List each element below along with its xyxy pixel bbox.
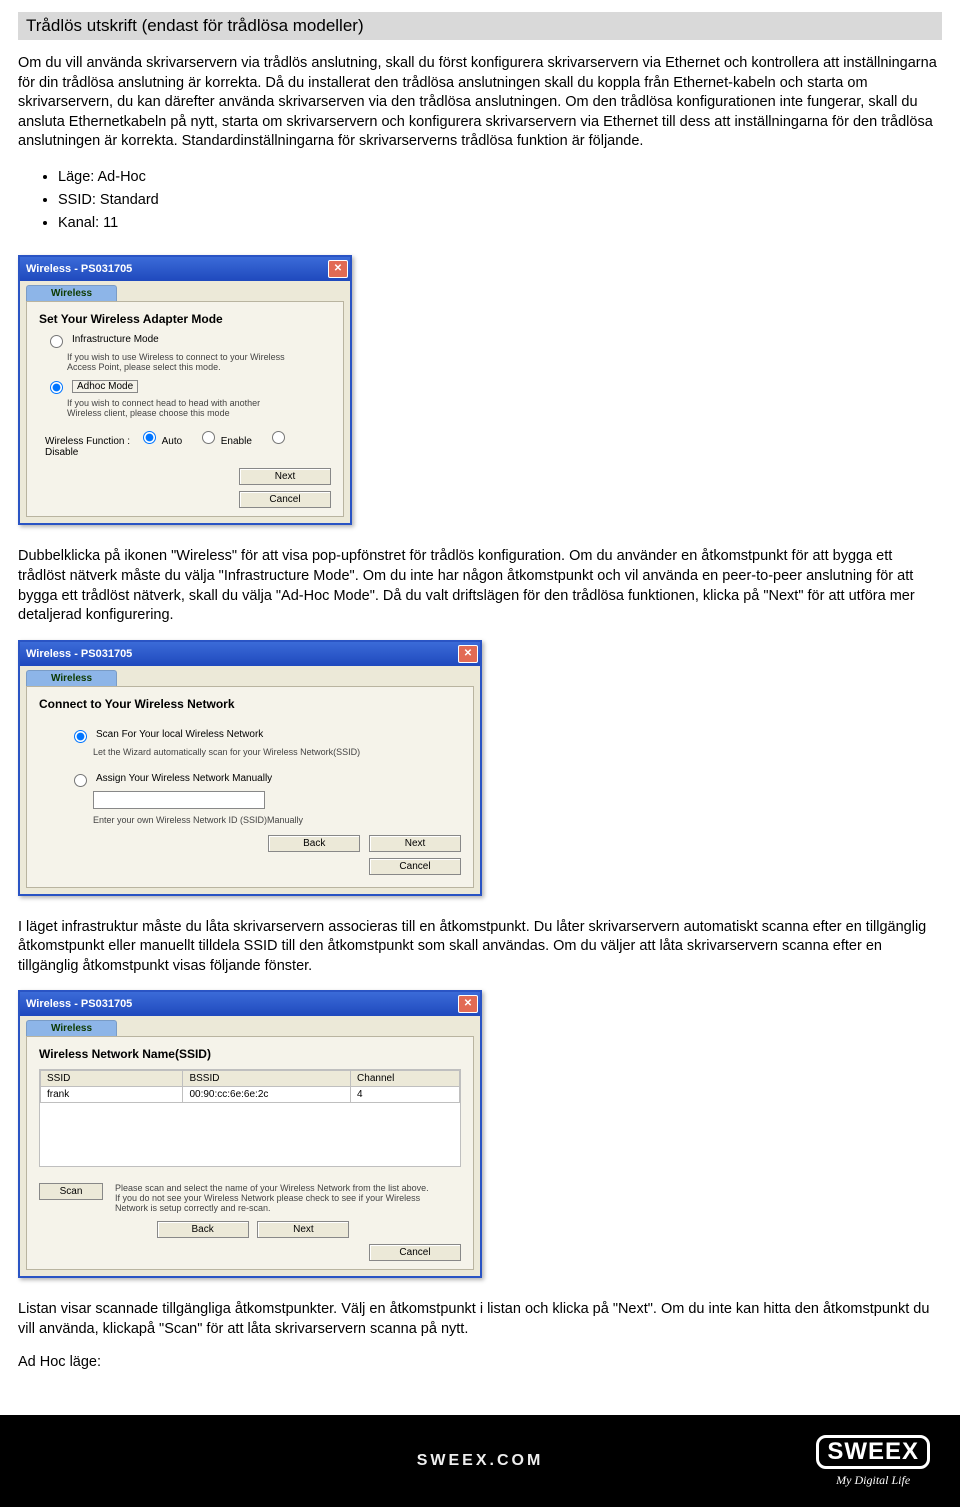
ssid-table[interactable]: SSID BSSID Channel frank 00:90:cc:6e:6e:…	[39, 1069, 461, 1167]
radio-enable[interactable]	[202, 431, 215, 444]
opt-label: Auto	[162, 436, 183, 447]
radio-infrastructure[interactable]	[50, 335, 63, 348]
next-button[interactable]: Next	[369, 835, 461, 852]
paragraph: I läget infrastruktur måste du låta skri…	[18, 918, 942, 977]
footer-center: SWEEX.COM	[417, 1452, 544, 1470]
back-button[interactable]: Back	[157, 1221, 249, 1238]
col-channel: Channel	[351, 1071, 460, 1087]
hint-text: Let the Wizard automatically scan for yo…	[93, 747, 413, 757]
ssid-input[interactable]	[93, 791, 265, 809]
close-icon[interactable]: ✕	[458, 645, 478, 663]
dialog-titlebar[interactable]: Wireless - PS031705 ✕	[20, 642, 480, 666]
wireless-ssid-dialog: Wireless - PS031705 ✕ Wireless Wireless …	[18, 990, 482, 1278]
brand-tagline: My Digital Life	[836, 1473, 910, 1488]
intro-paragraph: Om du vill använda skrivarservern via tr…	[18, 54, 942, 152]
tab-wireless[interactable]: Wireless	[26, 285, 117, 301]
radio-disable[interactable]	[272, 431, 285, 444]
func-label: Wireless Function :	[45, 436, 130, 447]
cell-bssid: 00:90:cc:6e:6e:2c	[183, 1087, 351, 1103]
paragraph: Ad Hoc läge:	[18, 1353, 942, 1373]
radio-label: Assign Your Wireless Network Manually	[96, 773, 272, 784]
cancel-button[interactable]: Cancel	[369, 1244, 461, 1261]
list-item: Kanal: 11	[58, 212, 942, 235]
wireless-mode-dialog: Wireless - PS031705 ✕ Wireless Set Your …	[18, 255, 352, 525]
radio-label: Scan For Your local Wireless Network	[96, 729, 263, 740]
back-button[interactable]: Back	[268, 835, 360, 852]
hint-text: If you wish to connect head to head with…	[67, 398, 287, 418]
cancel-button[interactable]: Cancel	[369, 858, 461, 875]
brand-mark: SWEEX	[816, 1435, 930, 1469]
radio-auto[interactable]	[143, 431, 156, 444]
tab-wireless[interactable]: Wireless	[26, 1020, 117, 1036]
next-button[interactable]: Next	[239, 468, 331, 485]
hint-text: If you wish to use Wireless to connect t…	[67, 352, 287, 372]
scan-note: Please scan and select the name of your …	[115, 1183, 435, 1213]
cell-ssid: frank	[41, 1087, 183, 1103]
col-ssid: SSID	[41, 1071, 183, 1087]
radio-adhoc[interactable]	[50, 381, 63, 394]
dialog-title: Wireless - PS031705	[26, 263, 132, 275]
dialog-heading: Wireless Network Name(SSID)	[39, 1047, 461, 1061]
cancel-button[interactable]: Cancel	[239, 491, 331, 508]
tab-wireless[interactable]: Wireless	[26, 670, 117, 686]
cell-channel: 4	[351, 1087, 460, 1103]
paragraph: Dubbelklicka på ikonen "Wireless" för at…	[18, 547, 942, 625]
opt-label: Enable	[221, 436, 252, 447]
dialog-titlebar[interactable]: Wireless - PS031705 ✕	[20, 257, 350, 281]
next-button[interactable]: Next	[257, 1221, 349, 1238]
opt-label: Disable	[45, 447, 78, 458]
col-bssid: BSSID	[183, 1071, 351, 1087]
section-title: Trådlös utskrift (endast för trådlösa mo…	[18, 12, 942, 40]
list-item: SSID: Standard	[58, 189, 942, 212]
paragraph: Listan visar scannade tillgängliga åtkom…	[18, 1300, 942, 1339]
dialog-heading: Set Your Wireless Adapter Mode	[39, 312, 331, 326]
dialog-title: Wireless - PS031705	[26, 998, 132, 1010]
dialog-titlebar[interactable]: Wireless - PS031705 ✕	[20, 992, 480, 1016]
radio-label: Adhoc Mode	[72, 380, 138, 393]
hint-text: Enter your own Wireless Network ID (SSID…	[93, 815, 413, 825]
brand-logo: SWEEX My Digital Life	[816, 1435, 930, 1488]
scan-button[interactable]: Scan	[39, 1183, 103, 1200]
dialog-title: Wireless - PS031705	[26, 648, 132, 660]
radio-label: Infrastructure Mode	[72, 334, 159, 345]
page-footer: SWEEX.COM SWEEX My Digital Life	[0, 1415, 960, 1507]
radio-manual[interactable]	[74, 774, 87, 787]
dialog-heading: Connect to Your Wireless Network	[39, 697, 461, 711]
close-icon[interactable]: ✕	[328, 260, 348, 278]
table-row[interactable]: frank 00:90:cc:6e:6e:2c 4	[41, 1087, 460, 1103]
wireless-connect-dialog: Wireless - PS031705 ✕ Wireless Connect t…	[18, 640, 482, 896]
close-icon[interactable]: ✕	[458, 995, 478, 1013]
radio-scan[interactable]	[74, 730, 87, 743]
list-item: Läge: Ad-Hoc	[58, 166, 942, 189]
defaults-list: Läge: Ad-Hoc SSID: Standard Kanal: 11	[58, 166, 942, 236]
